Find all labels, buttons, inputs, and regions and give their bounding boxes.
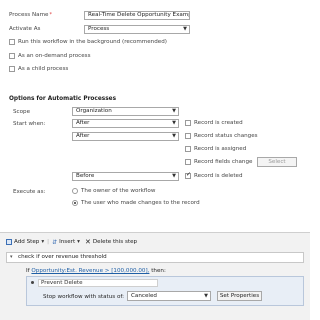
- run-background-checkbox[interactable]: [9, 39, 15, 45]
- delete-step-label: Delete this step: [92, 239, 138, 245]
- step-description-input[interactable]: Prevent Delete: [38, 279, 158, 287]
- check-step-title: check if over revenue threshold: [18, 254, 107, 260]
- toolbar-separator: |: [47, 239, 50, 245]
- process-name-label-text: Process Name: [9, 12, 49, 18]
- record-assigned-label: Record is assigned: [194, 146, 247, 152]
- record-deleted-label: Record is deleted: [194, 173, 243, 179]
- chevron-down-icon: ▼: [172, 133, 176, 139]
- chevron-down-icon: ▾: [41, 239, 45, 245]
- on-demand-checkbox[interactable]: [9, 53, 15, 59]
- run-background-label: Run this workflow in the background (rec…: [18, 39, 167, 45]
- start-when-delete-select[interactable]: Before ▼: [72, 172, 179, 181]
- child-process-label: As a child process: [18, 66, 69, 72]
- process-name-label: Process Name*: [9, 12, 52, 18]
- prevent-delete-step[interactable]: Prevent Delete Stop workflow with status…: [26, 276, 304, 306]
- insert-icon: ⇵: [52, 238, 58, 246]
- start-when-label: Start when:: [13, 121, 46, 127]
- start-when-created-select[interactable]: After ▼: [72, 119, 179, 128]
- add-step-icon: [6, 239, 12, 245]
- stop-workflow-label: Stop workflow with status of:: [43, 294, 125, 300]
- activate-as-label: Activate As: [9, 26, 41, 32]
- record-status-checkbox[interactable]: [185, 133, 191, 139]
- owner-radio[interactable]: [72, 188, 78, 194]
- scope-label: Scope: [13, 109, 31, 115]
- check-step-row[interactable]: ▾ check if over revenue threshold: [6, 252, 304, 263]
- after-value-2: After: [76, 133, 90, 139]
- execute-as-label: Execute as:: [13, 189, 46, 195]
- scope-select[interactable]: Organization ▼: [72, 107, 179, 116]
- collapse-icon[interactable]: ▾: [10, 254, 13, 260]
- user-option-label: The user who made changes to the record: [81, 200, 200, 206]
- insert-label: Insert: [59, 239, 76, 245]
- delete-step-button[interactable]: ✕ Delete this step: [85, 238, 137, 246]
- process-name-input[interactable]: Real-Time Delete Opportunity Example: [84, 11, 190, 20]
- before-value: Before: [76, 173, 95, 179]
- automatic-options-title: Options for Automatic Processes: [9, 96, 117, 102]
- chevron-down-icon: ▼: [172, 108, 176, 114]
- stop-status-select[interactable]: Canceled ▼: [127, 291, 211, 301]
- add-step-label: Add Step: [14, 239, 40, 245]
- after-value-1: After: [76, 120, 90, 126]
- child-process-checkbox[interactable]: [9, 66, 15, 72]
- chevron-down-icon: ▼: [172, 120, 176, 126]
- bullet-icon: [31, 281, 34, 284]
- user-radio[interactable]: [72, 200, 78, 206]
- condition-link[interactable]: Opportunity:Est. Revenue > [100,000.00],: [31, 268, 149, 274]
- required-marker: *: [49, 12, 53, 18]
- start-when-status-select[interactable]: After ▼: [72, 132, 179, 141]
- record-fields-label: Record fields change: [194, 159, 253, 165]
- add-step-button[interactable]: Add Step ▾: [6, 239, 44, 245]
- record-deleted-checkbox[interactable]: [185, 171, 191, 179]
- owner-option-label: The owner of the workflow: [81, 188, 156, 194]
- scope-value: Organization: [76, 108, 112, 114]
- then-text: then:: [151, 268, 166, 274]
- close-icon: ✕: [84, 238, 91, 246]
- step-toolbar: Add Step ▾ | ⇵ Insert ▾ ✕ Delete this st…: [6, 238, 137, 246]
- if-prefix: If: [26, 268, 30, 274]
- condition-line: If Opportunity:Est. Revenue > [100,000.0…: [26, 268, 166, 274]
- insert-button[interactable]: ⇵ Insert ▾: [52, 239, 80, 246]
- stop-status-value: Canceled: [131, 293, 157, 299]
- record-created-label: Record is created: [194, 120, 243, 126]
- chevron-down-icon: ▼: [183, 26, 187, 32]
- record-status-label: Record status changes: [194, 133, 258, 139]
- record-created-checkbox[interactable]: [185, 120, 191, 126]
- set-properties-button[interactable]: Set Properties: [217, 291, 262, 301]
- on-demand-label: As an on-demand process: [18, 53, 91, 59]
- record-assigned-checkbox[interactable]: [185, 146, 191, 152]
- chevron-down-icon: ▼: [172, 173, 176, 179]
- activate-as-select[interactable]: Process ▼: [84, 25, 190, 34]
- chevron-down-icon: ▾: [77, 239, 80, 245]
- record-fields-checkbox[interactable]: [185, 159, 191, 165]
- activate-as-value: Process: [88, 26, 110, 32]
- select-fields-button[interactable]: Select: [257, 157, 297, 167]
- chevron-down-icon: ▼: [204, 293, 208, 299]
